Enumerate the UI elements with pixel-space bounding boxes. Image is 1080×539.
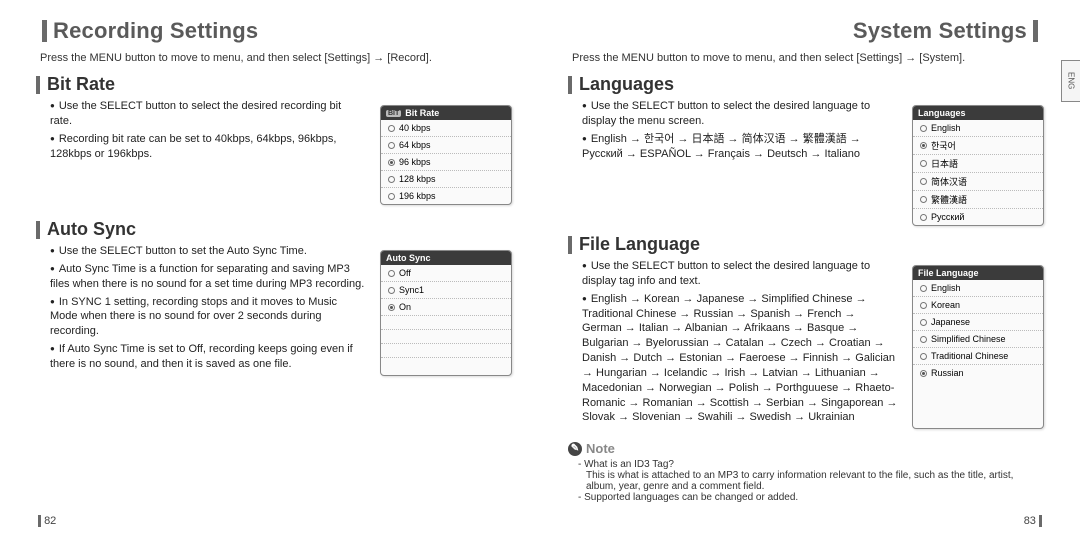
bullet: Use the SELECT button to select the desi… <box>50 99 366 129</box>
bullet: Auto Sync Time is a function for separat… <box>50 262 366 292</box>
screen-title: Languages <box>918 108 966 118</box>
screen-item: 64 kbps <box>399 140 431 150</box>
screen-item: Japanese <box>931 317 970 327</box>
screen-item: Русский <box>931 212 964 222</box>
bitrate-bullets: Use the SELECT button to select the desi… <box>50 99 366 161</box>
bullet: Use the SELECT button to set the Auto Sy… <box>50 244 366 259</box>
screen-title: File Language <box>918 268 979 278</box>
screen-item: English <box>931 123 961 133</box>
screen-item: Korean <box>931 300 960 310</box>
note-extra: - Supported languages can be changed or … <box>578 492 1044 503</box>
screen-item: 128 kbps <box>399 174 436 184</box>
filelang-bullets: Use the SELECT button to select the desi… <box>582 259 898 425</box>
screen-languages: Languages English 한국어 日本語 简体汉语 繁體漢語 Русс… <box>912 105 1044 226</box>
heading-languages: Languages <box>579 74 674 95</box>
screen-item: Traditional Chinese <box>931 351 1008 361</box>
note-question: - What is an ID3 Tag? <box>578 459 1044 470</box>
screen-item: English <box>931 283 961 293</box>
screen-item: Off <box>399 268 411 278</box>
side-tab-lang: ENG <box>1061 60 1080 102</box>
screen-item: Russian <box>931 368 964 378</box>
page-left: Recording Settings Press the MENU button… <box>0 0 540 539</box>
screen-autosync: Auto Sync Off Sync1 On <box>380 250 512 376</box>
screen-title: Bit Rate <box>405 108 439 118</box>
bullet: In SYNC 1 setting, recording stops and i… <box>50 295 366 340</box>
note-block: ✎ Note - What is an ID3 Tag? This is wha… <box>568 441 1044 503</box>
bullet: Use the SELECT button to select the desi… <box>582 99 898 129</box>
screen-filelang: File Language English Korean Japanese Si… <box>912 265 1044 429</box>
heading-filelang: File Language <box>579 234 700 255</box>
section-head-bitrate: Bit Rate <box>36 74 512 95</box>
screen-item: 简体汉语 <box>931 175 967 188</box>
section-head-languages: Languages <box>568 74 1044 95</box>
screen-item: Simplified Chinese <box>931 334 1006 344</box>
screen-item: 한국어 <box>931 139 956 152</box>
section-bullet-icon <box>36 76 40 94</box>
title-sep-icon <box>1033 20 1038 42</box>
screen-badge: BIT <box>386 110 401 117</box>
screen-item: 40 kbps <box>399 123 431 133</box>
page-number-right: 83 <box>1024 515 1042 527</box>
section-head-autosync: Auto Sync <box>36 219 512 240</box>
section-bullet-icon <box>36 221 40 239</box>
page-right: System Settings Press the MENU button to… <box>540 0 1080 539</box>
section-bullet-icon <box>568 76 572 94</box>
bullet: If Auto Sync Time is set to Off, recordi… <box>50 342 366 372</box>
screen-item: 96 kbps <box>399 157 431 167</box>
intro-text-right: Press the MENU button to move to menu, a… <box>572 52 1044 64</box>
heading-bitrate: Bit Rate <box>47 74 115 95</box>
note-answer: This is what is attached to an MP3 to ca… <box>586 470 1044 492</box>
note-label: Note <box>586 441 615 456</box>
languages-bullets: Use the SELECT button to select the desi… <box>582 99 898 161</box>
title-sep-icon <box>42 20 47 42</box>
intro-text-left: Press the MENU button to move to menu, a… <box>40 52 512 64</box>
title-bar-left: Recording Settings <box>36 18 512 44</box>
heading-autosync: Auto Sync <box>47 219 136 240</box>
screen-item: 日本語 <box>931 157 958 170</box>
section-head-filelang: File Language <box>568 234 1044 255</box>
autosync-bullets: Use the SELECT button to set the Auto Sy… <box>50 244 366 372</box>
bullet: Recording bit rate can be set to 40kbps,… <box>50 132 366 162</box>
screen-item: 繁體漢語 <box>931 193 967 206</box>
page-title-right: System Settings <box>853 18 1027 44</box>
page-number-left: 82 <box>38 515 56 527</box>
title-bar-right: System Settings <box>568 18 1044 44</box>
bullet: English → Korean → Japanese → Simplified… <box>582 292 898 426</box>
screen-title: Auto Sync <box>386 253 431 263</box>
screen-bitrate: BIT Bit Rate 40 kbps 64 kbps 96 kbps 128… <box>380 105 512 205</box>
section-bullet-icon <box>568 236 572 254</box>
screen-item: Sync1 <box>399 285 424 295</box>
bullet: Use the SELECT button to select the desi… <box>582 259 898 289</box>
screen-item: On <box>399 302 411 312</box>
note-icon: ✎ <box>568 442 582 456</box>
page-title-left: Recording Settings <box>53 18 258 44</box>
screen-item: 196 kbps <box>399 191 436 201</box>
bullet: English → 한국어 → 日本語 → 简体汉语 → 繁體漢語 → Русс… <box>582 132 898 162</box>
